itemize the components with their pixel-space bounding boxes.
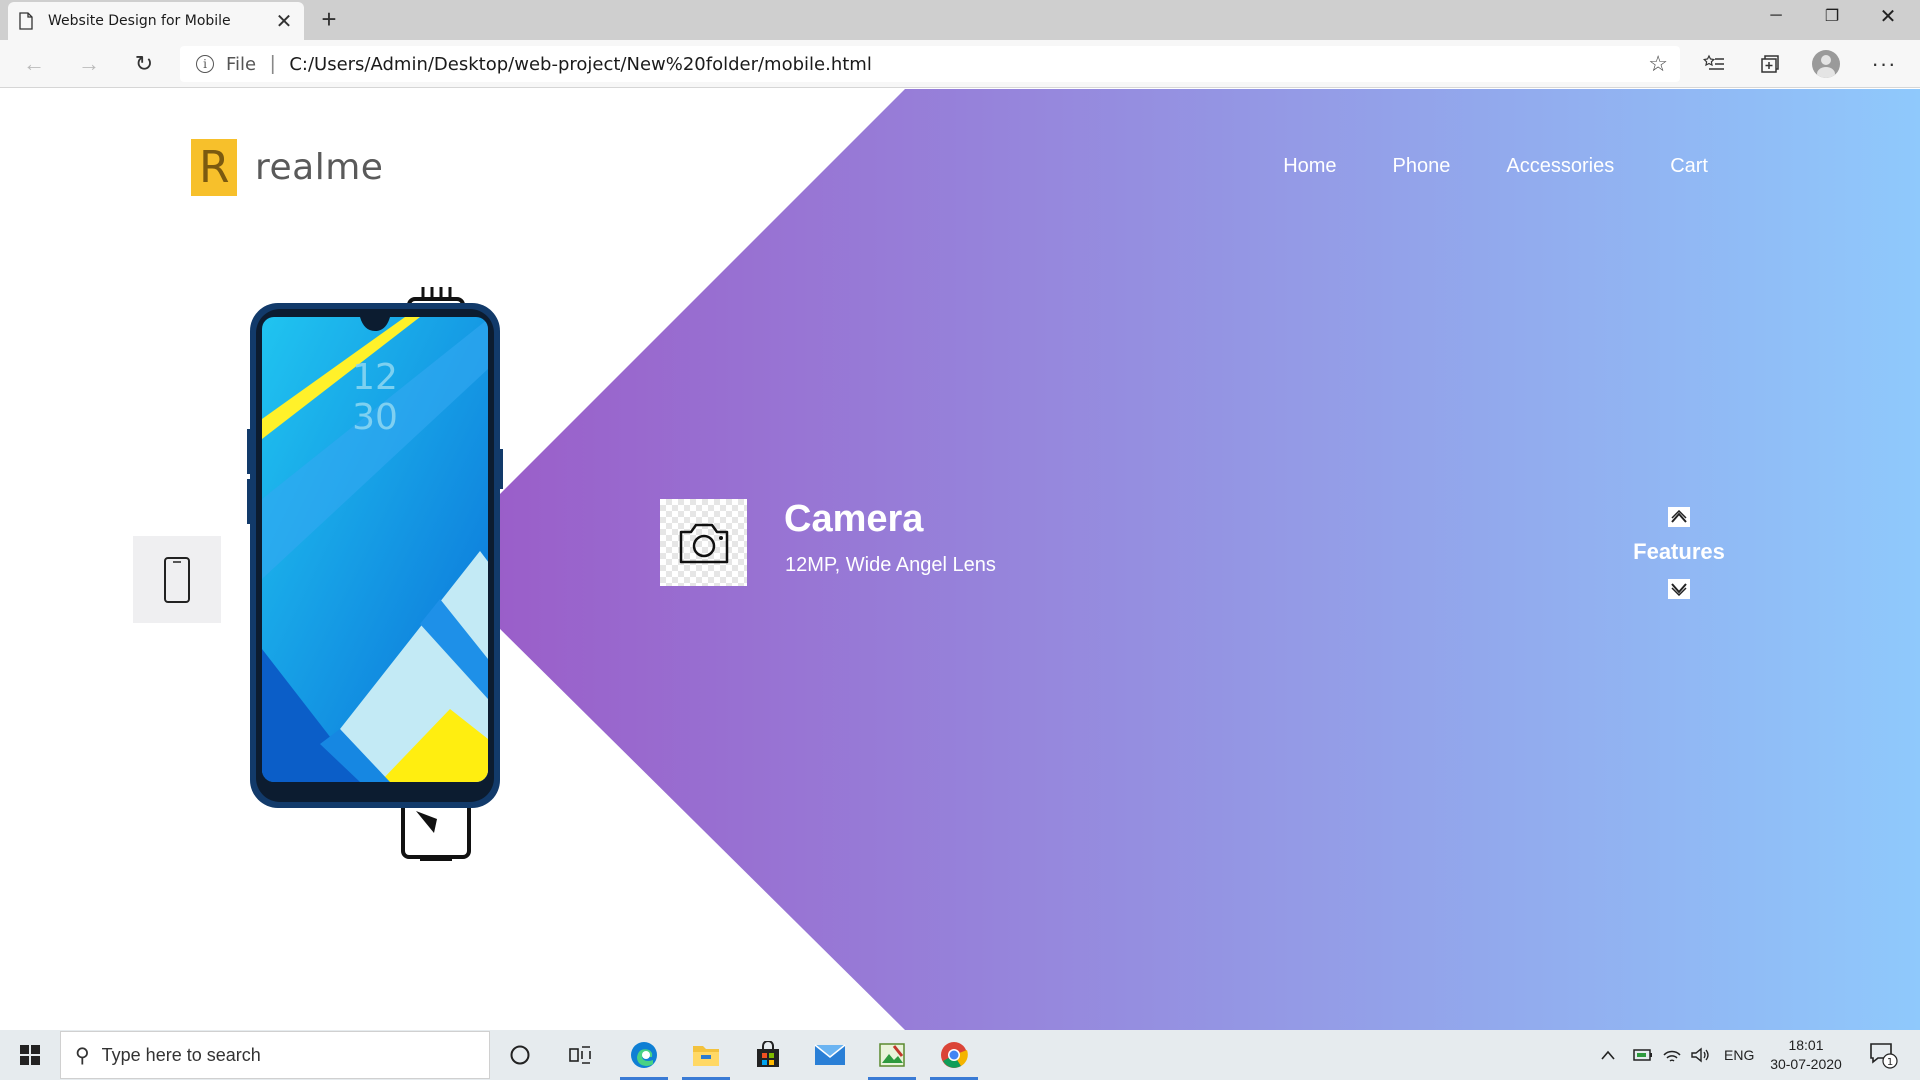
nav-cart[interactable]: Cart <box>1670 155 1708 178</box>
webpage: R realme Home Phone Accessories Cart 12 … <box>0 89 1920 1030</box>
url-scheme: File <box>226 53 257 75</box>
nav-accessories[interactable]: Accessories <box>1506 155 1614 178</box>
windows-taskbar: ⚲ Type here to search ENG 18:01 30-07-20… <box>0 1030 1920 1080</box>
close-tab-icon[interactable]: ✕ <box>274 9 294 34</box>
refresh-button[interactable]: ↻ <box>128 48 160 80</box>
tab-title: Website Design for Mobile <box>48 13 231 29</box>
photos-app-icon[interactable] <box>864 1030 920 1080</box>
back-button[interactable]: ← <box>18 48 50 80</box>
chrome-icon[interactable] <box>926 1030 982 1080</box>
close-window-button[interactable]: ✕ <box>1860 0 1916 32</box>
mail-icon[interactable] <box>802 1030 858 1080</box>
main-nav: Home Phone Accessories Cart <box>1283 155 1708 178</box>
task-view-icon[interactable] <box>552 1030 608 1080</box>
camera-icon <box>679 523 728 563</box>
action-center-icon[interactable]: 1 <box>1868 1030 1898 1080</box>
features-carousel: Features <box>1620 507 1738 599</box>
favorites-icon[interactable] <box>1696 48 1732 80</box>
forward-button[interactable]: → <box>73 48 105 80</box>
search-placeholder: Type here to search <box>101 1044 261 1065</box>
browser-tab[interactable]: Website Design for Mobile ✕ <box>8 2 304 40</box>
url-separator: | <box>270 52 276 75</box>
collections-icon[interactable] <box>1752 48 1788 80</box>
brand-logo[interactable]: R realme <box>191 139 383 196</box>
new-tab-button[interactable]: + <box>314 4 344 35</box>
nav-phone[interactable]: Phone <box>1393 155 1451 178</box>
feature-title: Camera <box>784 498 924 540</box>
screen-clock-hour: 12 <box>352 357 398 398</box>
url-text: C:/Users/Admin/Desktop/web-project/New%2… <box>289 53 872 75</box>
info-icon[interactable]: i <box>196 55 214 73</box>
logo-text: realme <box>255 147 384 188</box>
clock-time: 18:01 <box>1788 1037 1824 1053</box>
battery-icon[interactable] <box>1632 1030 1654 1080</box>
language-indicator[interactable]: ENG <box>1724 1030 1754 1080</box>
more-menu-icon[interactable]: ··· <box>1866 48 1902 80</box>
wifi-icon[interactable] <box>1662 1030 1682 1080</box>
windows-start-icon[interactable] <box>10 1030 50 1080</box>
feature-subtitle: 12MP, Wide Angel Lens <box>785 554 996 576</box>
mobile-view-tile[interactable] <box>133 536 221 623</box>
edge-browser-icon[interactable] <box>616 1030 672 1080</box>
address-bar-row: ← → ↻ i File | C:/Users/Admin/Desktop/we… <box>0 40 1920 88</box>
search-icon: ⚲ <box>75 1044 90 1067</box>
show-hidden-icons[interactable] <box>1600 1030 1616 1080</box>
logo-mark: R <box>191 139 237 196</box>
restore-button[interactable]: ❐ <box>1804 0 1860 32</box>
phone-image: 12 30 <box>247 287 503 861</box>
favorite-star-icon[interactable]: ☆ <box>1648 51 1668 77</box>
notification-count: 1 <box>1887 1057 1893 1068</box>
nav-home[interactable]: Home <box>1283 155 1336 178</box>
browser-tab-strip: Website Design for Mobile ✕ + ─ ❐ ✕ <box>0 0 1920 40</box>
screen-clock-minute: 30 <box>352 397 398 438</box>
page-icon <box>19 12 33 30</box>
profile-avatar[interactable] <box>1808 48 1844 80</box>
chevron-down-icon[interactable] <box>1668 579 1690 599</box>
volume-icon[interactable] <box>1690 1030 1710 1080</box>
taskbar-search-input[interactable]: ⚲ Type here to search <box>60 1031 490 1079</box>
smartphone-icon <box>164 556 190 603</box>
file-explorer-icon[interactable] <box>678 1030 734 1080</box>
cortana-icon[interactable] <box>492 1030 548 1080</box>
chevron-up-icon[interactable] <box>1668 507 1690 527</box>
address-input[interactable]: i File | C:/Users/Admin/Desktop/web-proj… <box>180 46 1680 82</box>
microsoft-store-icon[interactable] <box>740 1030 796 1080</box>
system-clock[interactable]: 18:01 30-07-2020 <box>1766 1036 1846 1074</box>
features-label: Features <box>1633 539 1725 564</box>
clock-date: 30-07-2020 <box>1770 1056 1842 1072</box>
camera-feature-tile <box>660 499 747 586</box>
minimize-button[interactable]: ─ <box>1748 0 1804 32</box>
